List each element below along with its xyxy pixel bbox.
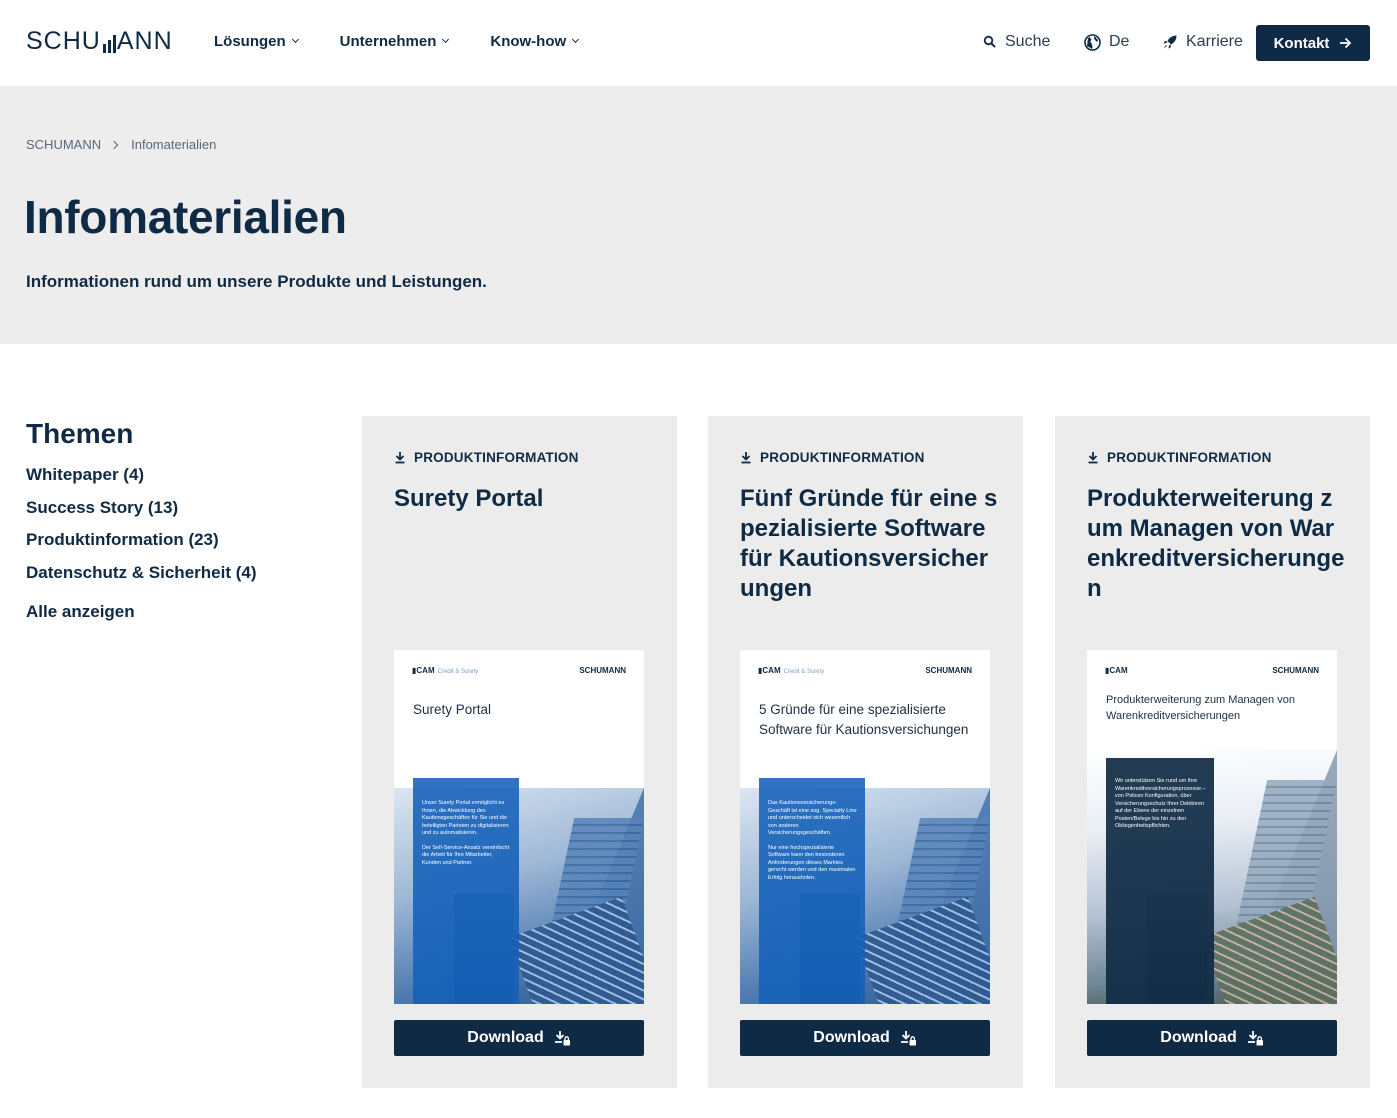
chevron-down-icon bbox=[291, 35, 299, 44]
hero-section: SCHUMANN Infomaterialien Infomaterialien… bbox=[0, 86, 1397, 344]
site-header: SCHU ANN Lösungen Unternehmen Know-how S… bbox=[0, 0, 1397, 86]
page-title: Infomaterialien bbox=[24, 191, 347, 243]
thumb-panel-text: Wir unterstützen Sie rund um Ihre Warenk… bbox=[1115, 778, 1206, 829]
logo-bars-icon bbox=[102, 35, 116, 53]
globe-icon bbox=[1084, 33, 1101, 51]
card-category-label: PRODUKTINFORMATION bbox=[414, 450, 579, 465]
download-icon bbox=[741, 452, 751, 464]
thumb-panel-text: Das Kautionsversicherungs-Geschäft ist e… bbox=[768, 800, 857, 836]
cam-logo: ▮CAM Credit & Surety bbox=[412, 666, 479, 675]
sidebar-item-datenschutz[interactable]: Datenschutz & Sicherheit (4) bbox=[26, 560, 326, 593]
search-label: Suche bbox=[1005, 33, 1051, 50]
thumb-title: 5 Gründe für eine spezialisierte Softwar… bbox=[759, 702, 969, 737]
search-link[interactable]: Suche bbox=[983, 33, 1050, 51]
brochure-thumbnail[interactable]: ▮CAM SCHUMANN Produkterweiterung zum Man… bbox=[1087, 650, 1337, 1004]
cam-logo: ▮CAM Credit & Surety bbox=[758, 666, 825, 675]
nav-label: Know-how bbox=[490, 33, 567, 50]
arrow-right-icon bbox=[1340, 37, 1352, 49]
material-card: PRODUKTINFORMATION Fünf Gründe für eine … bbox=[708, 416, 1023, 1088]
card-category: PRODUKTINFORMATION bbox=[1087, 450, 1272, 465]
brochure-thumbnail[interactable]: ▮CAM Credit & Surety SCHUMANN Surety Port… bbox=[394, 650, 644, 1004]
brochure-thumbnail[interactable]: ▮CAM Credit & Surety SCHUMANN 5 Gründe fü… bbox=[740, 650, 990, 1004]
card-category-label: PRODUKTINFORMATION bbox=[1107, 450, 1272, 465]
download-icon bbox=[1088, 452, 1098, 464]
download-label: Download bbox=[1160, 1029, 1237, 1046]
search-icon bbox=[983, 35, 996, 48]
cam-logo: ▮CAM bbox=[1105, 666, 1128, 675]
material-card: PRODUKTINFORMATION Surety Portal ▮CAM Cre… bbox=[362, 416, 677, 1088]
thumb-title: Surety Portal bbox=[413, 702, 492, 717]
thumb-panel-text: Der Self-Service-Ansatz vereinfacht die … bbox=[422, 844, 510, 866]
thumb-brand: SCHUMANN bbox=[925, 666, 972, 675]
download-button[interactable]: Download bbox=[1087, 1020, 1337, 1056]
card-title[interactable]: Fünf Gründe für eine spezialisierte Soft… bbox=[740, 484, 998, 604]
sidebar-item-produktinformation[interactable]: Produktinformation (23) bbox=[26, 527, 326, 560]
nav-label: Unternehmen bbox=[339, 33, 437, 50]
main-nav: Lösungen Unternehmen Know-how bbox=[214, 33, 580, 50]
sidebar-item-whitepaper[interactable]: Whitepaper (4) bbox=[26, 462, 326, 495]
card-title[interactable]: Produkterweiterung zum Managen von Waren… bbox=[1087, 484, 1345, 604]
chevron-down-icon bbox=[572, 35, 580, 44]
material-card: PRODUKTINFORMATION Produkterweiterung zu… bbox=[1055, 416, 1370, 1088]
chevron-right-icon bbox=[109, 140, 119, 149]
contact-label: Kontakt bbox=[1273, 34, 1330, 52]
thumb-panel: Unser Surety Portal ermöglicht es Ihnen,… bbox=[413, 778, 519, 1004]
nav-item-loesungen[interactable]: Lösungen bbox=[214, 33, 299, 50]
thumb-title: Produkterweiterung zum Managen von Waren… bbox=[1106, 694, 1295, 722]
card-title[interactable]: Surety Portal bbox=[394, 484, 652, 514]
sidebar-title: Themen bbox=[26, 418, 134, 449]
logo-text-right: ANN bbox=[116, 27, 173, 55]
topics-sidebar: Themen Whitepaper (4) Success Story (13)… bbox=[26, 418, 326, 622]
chevron-down-icon bbox=[442, 35, 450, 44]
card-category: PRODUKTINFORMATION bbox=[740, 450, 925, 465]
thumb-panel: Das Kautionsversicherungs-Geschäft ist e… bbox=[759, 778, 865, 1004]
career-label: Karriere bbox=[1186, 33, 1243, 50]
thumb-brand: SCHUMANN bbox=[579, 666, 626, 675]
career-link[interactable]: Karriere bbox=[1162, 33, 1243, 51]
download-lock-icon bbox=[1247, 1030, 1263, 1045]
breadcrumb-current: Infomaterialien bbox=[131, 137, 217, 152]
thumb-panel-text: Nur eine hochspezialisierte Software kan… bbox=[768, 844, 856, 881]
logo-text-left: SCHU bbox=[26, 27, 101, 55]
thumb-panel: Wir unterstützen Sie rund um Ihre Warenk… bbox=[1106, 758, 1214, 1004]
thumb-brand: SCHUMANN bbox=[1272, 666, 1319, 675]
card-category-label: PRODUKTINFORMATION bbox=[760, 450, 925, 465]
breadcrumb: SCHUMANN Infomaterialien bbox=[26, 137, 216, 152]
sidebar-item-success-story[interactable]: Success Story (13) bbox=[26, 495, 326, 528]
show-all-link[interactable]: Alle anzeigen bbox=[26, 602, 326, 622]
thumb-panel-text: Unser Surety Portal ermöglicht es Ihnen,… bbox=[422, 800, 509, 836]
nav-item-unternehmen[interactable]: Unternehmen bbox=[339, 33, 450, 50]
download-button[interactable]: Download bbox=[394, 1020, 644, 1056]
download-lock-icon bbox=[554, 1030, 570, 1045]
language-switcher[interactable]: De bbox=[1084, 33, 1129, 51]
download-button[interactable]: Download bbox=[740, 1020, 990, 1056]
download-lock-icon bbox=[900, 1030, 916, 1045]
language-label: De bbox=[1109, 33, 1130, 50]
download-label: Download bbox=[813, 1029, 890, 1046]
nav-item-know-how[interactable]: Know-how bbox=[490, 33, 580, 50]
download-label: Download bbox=[467, 1029, 544, 1046]
rocket-icon bbox=[1163, 35, 1177, 49]
page-subtitle: Informationen rund um unsere Produkte un… bbox=[26, 272, 487, 291]
download-icon bbox=[395, 452, 405, 464]
schumann-logo[interactable]: SCHU ANN bbox=[26, 27, 173, 56]
contact-button[interactable]: Kontakt bbox=[1256, 25, 1370, 61]
nav-label: Lösungen bbox=[214, 33, 286, 50]
breadcrumb-home[interactable]: SCHUMANN bbox=[26, 137, 101, 152]
card-category: PRODUKTINFORMATION bbox=[394, 450, 579, 465]
